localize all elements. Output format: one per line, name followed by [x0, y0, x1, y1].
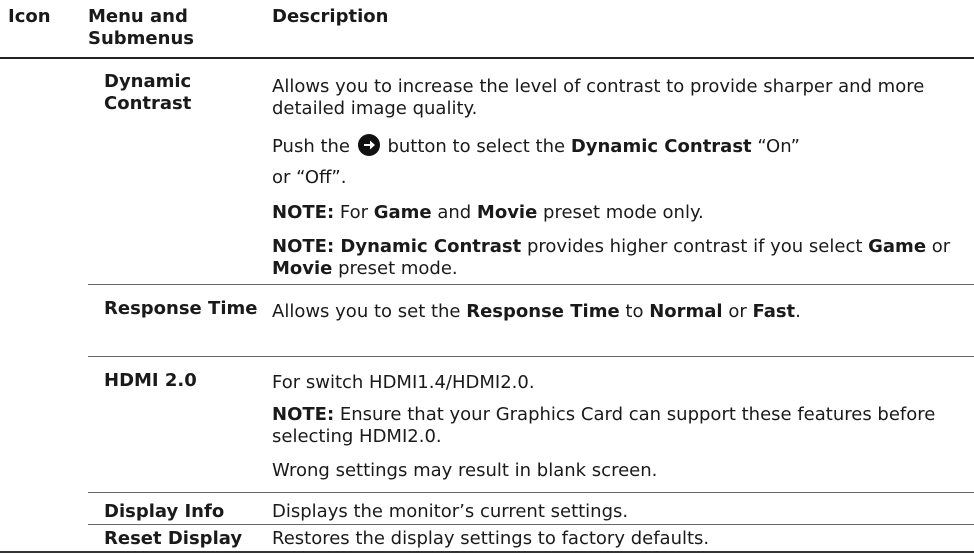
header-menu-submenus: Menu and Submenus: [88, 6, 194, 49]
row-divider: [88, 356, 974, 357]
header-icon: Icon: [8, 6, 51, 27]
row-divider: [88, 524, 974, 525]
dynamic-contrast-note2: NOTE: Dynamic Contrast provides higher c…: [272, 236, 951, 279]
arrow-right-circle-icon: [357, 134, 380, 156]
response-time-description: Allows you to set the Response Time to N…: [272, 301, 801, 322]
header-description: Description: [272, 6, 389, 27]
menu-table: Icon Menu and Submenus Description Dynam…: [0, 0, 974, 555]
row-divider: [88, 284, 974, 285]
header-rule: [0, 57, 974, 59]
row-divider: [88, 492, 974, 493]
dynamic-contrast-note1: NOTE: For Game and Movie preset mode onl…: [272, 202, 704, 223]
table-bottom-rule: [0, 551, 974, 553]
hdmi-note: NOTE: Ensure that your Graphics Card can…: [272, 404, 936, 447]
reset-display-description: Restores the display settings to factory…: [272, 528, 710, 549]
dynamic-contrast-push-line: Push the button to select the Dynamic Co…: [272, 134, 800, 157]
dynamic-contrast-description: Allows you to increase the level of cont…: [272, 76, 925, 119]
dynamic-contrast-or-off: or “Off”.: [272, 167, 347, 188]
menu-response-time: Response Time: [104, 298, 258, 319]
menu-hdmi-2-0: HDMI 2.0: [104, 370, 197, 391]
menu-dynamic-contrast: Dynamic Contrast: [104, 71, 192, 114]
display-info-description: Displays the monitor’s current settings.: [272, 501, 629, 522]
menu-display-info: Display Info: [104, 501, 225, 522]
hdmi-description: For switch HDMI1.4/HDMI2.0.: [272, 372, 535, 393]
menu-reset-display: Reset Display: [104, 528, 243, 549]
hdmi-warning: Wrong settings may result in blank scree…: [272, 460, 658, 481]
